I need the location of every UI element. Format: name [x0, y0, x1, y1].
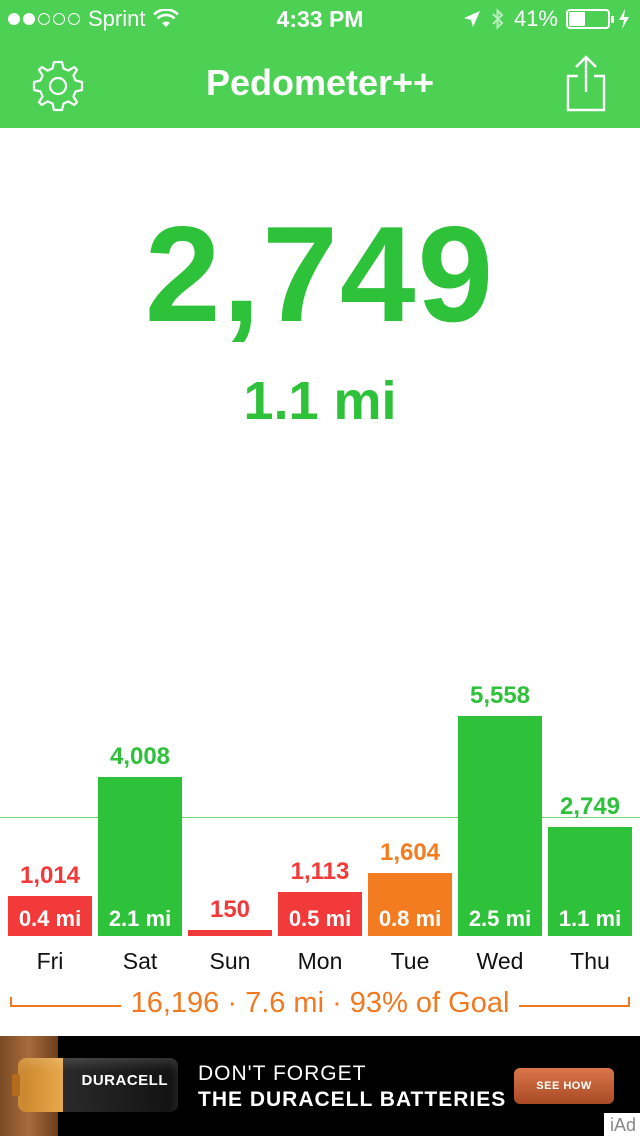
battery-percent: 41% [513, 6, 558, 31]
app-title: Pedometer++ [205, 62, 435, 103]
battery-product-image: DURACELL [12, 1058, 178, 1112]
ad-headline-2: THE DURACELL BATTERIES [198, 1088, 507, 1111]
day-label: Mon [297, 948, 343, 974]
weekly-steps-chart: 0.4 mi 1,014 Fri 2.1 mi 4,008 Sat 150 Sun 0.5 mi… [0, 660, 640, 974]
day-label: Fri [36, 948, 64, 974]
location-arrow-icon [463, 11, 480, 27]
bar-steps-label: 150 [209, 896, 251, 923]
goal-line [0, 817, 640, 819]
bar-steps-label: 1,113 [290, 857, 350, 885]
day-label: Sun [209, 948, 251, 974]
bar-steps-label: 2,749 [559, 793, 621, 821]
bar-wed[interactable]: 2.5 mi [458, 716, 542, 936]
battery-tip [12, 1074, 20, 1096]
share-icon [566, 55, 606, 112]
ad-headline-1: DON'T FORGET [198, 1062, 367, 1085]
bar-thu[interactable]: 1.1 mi [548, 827, 632, 936]
bar-distance-label: 0.4 mi [18, 905, 82, 931]
bar-distance-label: 2.5 mi [468, 906, 532, 931]
bar-steps-label: 5,558 [469, 682, 531, 709]
status-right: 41% [462, 6, 630, 32]
iad-tag: iAd [603, 1113, 640, 1136]
bar-distance-label: 1.1 mi [558, 905, 622, 931]
ad-see-how-button[interactable]: SEE HOW [514, 1068, 614, 1104]
summary-text: 16,196 · 7.6 mi · 93% of Goal [120, 987, 520, 1019]
day-label: Thu [570, 948, 610, 974]
day-label: Tue [390, 948, 430, 974]
bar-distance-label: 0.8 mi [378, 905, 442, 931]
day-label: Sat [122, 948, 158, 974]
nav-bar: Pedometer++ [0, 40, 640, 128]
bar-steps-label: 4,008 [109, 743, 171, 771]
share-button[interactable] [562, 54, 610, 114]
status-bar: Sprint 4:33 PM 41% [0, 0, 640, 40]
bar-mon[interactable]: 0.5 mi [278, 891, 362, 936]
bar-distance-label: 2.1 mi [108, 905, 172, 931]
bar-fri[interactable]: 0.4 mi [8, 895, 92, 936]
today-distance: 1.1 mi [243, 371, 397, 431]
bar-distance-label: 0.5 mi [288, 905, 352, 931]
bar-steps-label: 1,604 [379, 838, 441, 866]
charging-bolt-icon [619, 9, 629, 29]
day-label: Wed [476, 948, 524, 974]
bar-sun[interactable] [188, 930, 272, 936]
ad-banner[interactable]: DURACELL DON'T FORGET THE DURACELL BATTE… [0, 1036, 640, 1136]
bluetooth-icon [492, 8, 504, 30]
weekly-summary: 16,196 · 7.6 mi · 93% of Goal [0, 985, 640, 1025]
bar-tue[interactable]: 0.8 mi [368, 872, 452, 936]
today-steps: 2,749 [144, 198, 496, 350]
bar-steps-label: 1,014 [19, 861, 81, 889]
ad-brand: DURACELL [81, 1072, 168, 1089]
battery-icon [566, 9, 614, 29]
bar-sat[interactable]: 2.1 mi [98, 777, 182, 936]
summary-text-wrap: 16,196 · 7.6 mi · 93% of Goal [0, 987, 640, 1020]
